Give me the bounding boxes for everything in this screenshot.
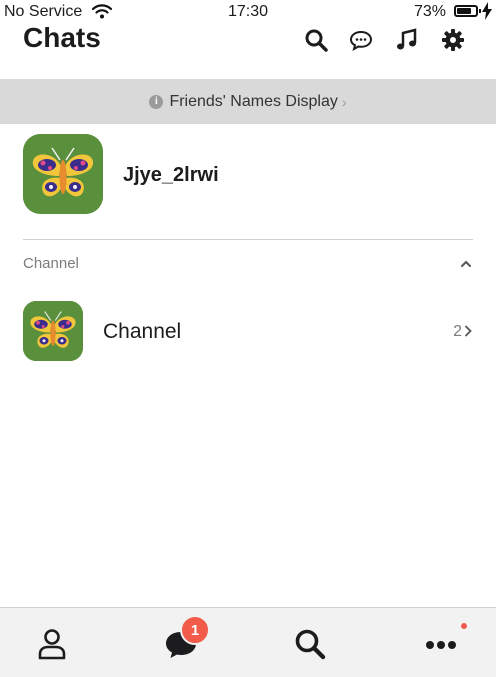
page-title: Chats (23, 22, 101, 53)
channel-list-item[interactable]: Channel 2 (0, 294, 496, 366)
tab-search[interactable] (280, 608, 340, 677)
battery-icon (454, 5, 481, 17)
tab-bar (0, 607, 496, 677)
tab-friends[interactable] (22, 608, 82, 677)
friends-names-display-banner[interactable]: i Friends' Names Display › (0, 79, 496, 124)
banner-text: Friends' Names Display (169, 92, 338, 110)
person-icon (38, 629, 66, 660)
tab-more[interactable] (411, 608, 471, 677)
search-icon (295, 629, 326, 660)
notification-dot (461, 623, 467, 629)
channel-avatar (23, 301, 83, 361)
my-profile-row[interactable]: Jjye_2lrwi (0, 124, 496, 232)
header: Chats (0, 22, 496, 68)
divider (23, 239, 473, 240)
butterfly-icon (23, 134, 103, 214)
collapse-caret-icon[interactable] (460, 256, 472, 274)
chevron-right-icon: › (341, 93, 347, 110)
info-icon: i (149, 94, 164, 109)
search-icon[interactable] (304, 28, 328, 52)
gear-icon[interactable] (441, 28, 465, 52)
channel-section-header[interactable]: Channel (0, 252, 496, 276)
profile-avatar[interactable] (23, 134, 103, 214)
profile-name: Jjye_2lrwi (123, 164, 219, 186)
more-dots-icon (426, 641, 456, 649)
section-label: Channel (23, 255, 79, 272)
chevron-right-icon (464, 324, 472, 342)
channel-count: 2 (453, 323, 462, 340)
music-note-icon[interactable] (395, 28, 419, 52)
battery-percent: 73% (413, 3, 446, 20)
chat-bubble-icon[interactable] (349, 28, 373, 52)
unread-badge: 1 (180, 615, 210, 645)
channel-name: Channel (103, 320, 182, 343)
butterfly-icon (23, 301, 83, 361)
status-bar: No Service 17:30 73% (0, 0, 496, 24)
